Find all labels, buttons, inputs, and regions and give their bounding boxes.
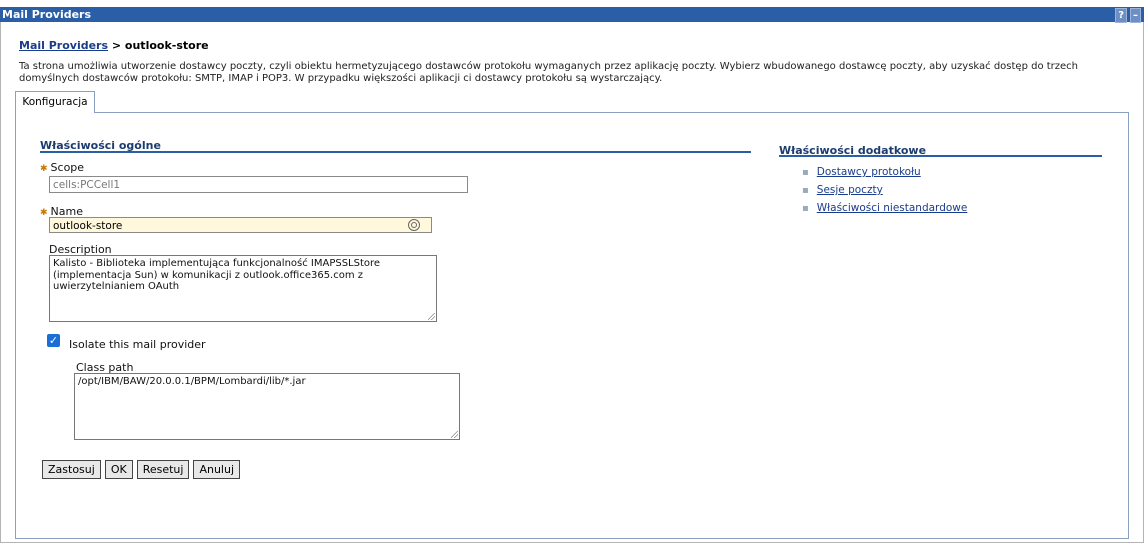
classpath-text: /opt/IBM/BAW/20.0.0.1/BPM/Lombardi/lib/*… [78, 376, 306, 387]
breadcrumb-separator: > [108, 39, 125, 52]
description-text: Kalisto - Biblioteka implementująca funk… [53, 258, 384, 292]
isolate-checkbox[interactable]: ✓ [47, 334, 60, 347]
list-item: ▪ Właściwości niestandardowe [802, 202, 967, 214]
titlebar-buttons: ? – [1115, 8, 1141, 23]
bullet-icon: ▪ [802, 166, 809, 178]
description-textarea[interactable]: Kalisto - Biblioteka implementująca funk… [49, 255, 437, 322]
required-icon: ✱ [40, 208, 48, 218]
window-title: Mail Providers [2, 8, 92, 21]
additional-properties-divider [779, 155, 1102, 157]
breadcrumb-link-mail-providers[interactable]: Mail Providers [19, 39, 108, 52]
scope-label: Scope [50, 161, 85, 174]
apply-button[interactable]: Zastosuj [42, 460, 101, 479]
help-button[interactable]: ? [1115, 8, 1127, 23]
list-item: ▪ Sesje poczty [802, 184, 967, 196]
bullet-icon: ▪ [802, 184, 809, 196]
link-protocol-providers[interactable]: Dostawcy protokołu [817, 166, 921, 178]
resize-grip-icon[interactable] [451, 431, 458, 438]
reset-button[interactable]: Resetuj [136, 460, 190, 479]
general-properties-divider [40, 151, 751, 153]
breadcrumb: Mail Providers > outlook-store [19, 39, 209, 52]
tab-configuration[interactable]: Konfiguracja [15, 91, 95, 113]
link-mail-sessions[interactable]: Sesje poczty [817, 184, 883, 196]
scope-label-row: ✱ Scope [40, 161, 84, 174]
page-description: Ta strona umożliwia utworzenie dostawcy … [19, 61, 1079, 84]
window-titlebar: Mail Providers ? – [0, 7, 1144, 23]
ok-button[interactable]: OK [104, 460, 133, 479]
bullet-icon: ▪ [802, 202, 809, 214]
cancel-button[interactable]: Anuluj [193, 460, 241, 479]
required-icon: ✱ [40, 164, 48, 174]
additional-properties-list: ▪ Dostawcy protokołu ▪ Sesje poczty ▪ Właśc… [802, 166, 967, 220]
autofill-icon [408, 219, 420, 231]
scope-field[interactable]: cells:PCCell1 [49, 176, 468, 193]
breadcrumb-current: outlook-store [124, 39, 209, 52]
name-field[interactable]: outlook-store [49, 217, 432, 233]
minimize-button[interactable]: – [1130, 8, 1141, 23]
resize-grip-icon[interactable] [428, 313, 435, 320]
list-item: ▪ Dostawcy protokołu [802, 166, 967, 178]
isolate-label: Isolate this mail provider [69, 338, 206, 351]
link-custom-properties[interactable]: Właściwości niestandardowe [817, 202, 968, 214]
button-row: Zastosuj OK Resetuj Anuluj [42, 460, 241, 479]
classpath-textarea[interactable]: /opt/IBM/BAW/20.0.0.1/BPM/Lombardi/lib/*… [74, 373, 460, 440]
